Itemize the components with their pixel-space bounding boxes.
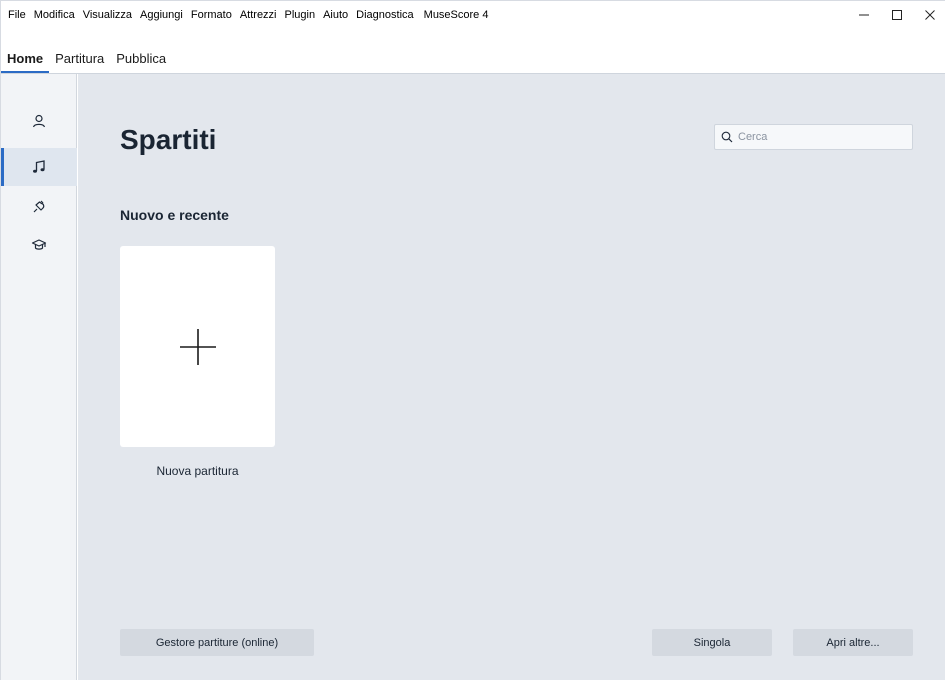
app-title: MuseScore 4: [423, 9, 489, 21]
search-input[interactable]: [738, 131, 908, 143]
close-button[interactable]: [913, 1, 945, 29]
plugin-icon: [33, 200, 45, 213]
home-sidebar: [1, 74, 77, 680]
section-title: Nuovo e recente: [120, 207, 229, 223]
sidebar-item-scores[interactable]: [1, 148, 77, 186]
sidebar-item-learn[interactable]: [1, 226, 77, 264]
plus-icon: [179, 328, 216, 365]
menu-file[interactable]: File: [4, 1, 30, 29]
menu-visualizza[interactable]: Visualizza: [79, 1, 136, 29]
new-score-card[interactable]: [120, 246, 275, 447]
learn-icon: [31, 239, 47, 250]
search-icon: [721, 131, 733, 143]
scores-page: Spartiti Nuovo e recente Nuova partitura…: [78, 74, 945, 680]
single-button[interactable]: Singola: [652, 629, 772, 656]
tab-pubblica[interactable]: Pubblica: [110, 45, 172, 73]
menu-bar: File Modifica Visualizza Aggiungi Format…: [1, 1, 488, 29]
menu-aggiungi[interactable]: Aggiungi: [136, 1, 187, 29]
close-icon: [924, 10, 935, 20]
sidebar-item-plugins[interactable]: [1, 188, 77, 226]
menu-aiuto[interactable]: Aiuto: [319, 1, 352, 29]
score-manager-button[interactable]: Gestore partiture (online): [120, 629, 314, 656]
maximize-button[interactable]: [880, 1, 913, 29]
account-icon: [32, 114, 46, 128]
minimize-icon: [858, 14, 869, 16]
app-window: File Modifica Visualizza Aggiungi Format…: [0, 0, 945, 680]
title-bar: File Modifica Visualizza Aggiungi Format…: [1, 1, 945, 29]
tab-home[interactable]: Home: [1, 45, 50, 73]
maximize-icon: [891, 10, 902, 20]
music-note-icon: [33, 160, 45, 173]
page-title: Spartiti: [120, 124, 217, 155]
window-controls: [847, 1, 945, 29]
tab-partitura[interactable]: Partitura: [49, 45, 110, 73]
new-score-label: Nuova partitura: [156, 464, 239, 478]
menu-formato[interactable]: Formato: [187, 1, 236, 29]
menu-diagnostica[interactable]: Diagnostica: [352, 1, 417, 29]
menu-plugin[interactable]: Plugin: [281, 1, 320, 29]
workspace-tabs: Home Partitura Pubblica: [1, 45, 945, 73]
menu-modifica[interactable]: Modifica: [30, 1, 79, 29]
minimize-button[interactable]: [847, 1, 880, 29]
open-other-button[interactable]: Apri altre...: [793, 629, 913, 656]
sidebar-item-account[interactable]: [1, 102, 77, 140]
menu-attrezzi[interactable]: Attrezzi: [236, 1, 281, 29]
search-box[interactable]: [714, 124, 913, 150]
